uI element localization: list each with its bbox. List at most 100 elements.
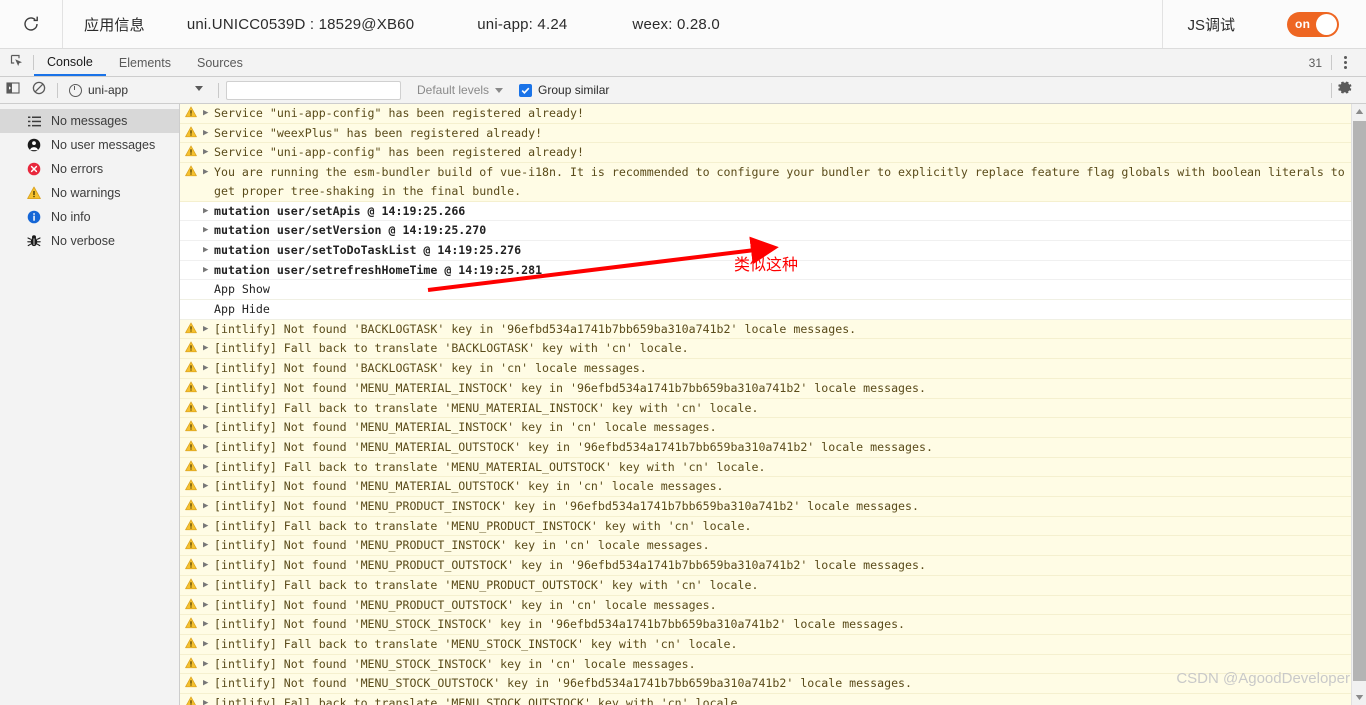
console-message-row[interactable]: ▶ [intlify] Not found 'MENU_PRODUCT_INSTO… <box>180 497 1351 517</box>
console-message-row[interactable]: App Show <box>180 280 1351 301</box>
js-debug-toggle[interactable]: on <box>1287 11 1339 37</box>
expand-triangle-icon[interactable]: ▶ <box>202 438 214 457</box>
chevron-down-icon <box>195 85 203 91</box>
weex-version-label: weex: 0.28.0 <box>632 15 720 33</box>
console-message-row[interactable]: ▶ [intlify] Fall back to translate 'MENU_… <box>180 634 1351 655</box>
group-similar-checkbox[interactable]: Group similar <box>519 83 609 97</box>
expand-triangle-icon[interactable]: ▶ <box>202 104 214 123</box>
expand-triangle-icon[interactable]: ▶ <box>202 359 214 378</box>
inspect-element-button[interactable] <box>0 49 33 76</box>
expand-triangle-icon[interactable]: ▶ <box>202 517 214 536</box>
console-message-text: [intlify] Not found 'MENU_PRODUCT_INSTOC… <box>214 538 710 553</box>
expand-triangle-icon[interactable]: ▶ <box>202 596 214 615</box>
devtools-more-button[interactable] <box>1332 55 1358 70</box>
console-message-row[interactable]: ▶ [intlify] Fall back to translate 'MENU_… <box>180 457 1351 478</box>
console-message-row[interactable]: ▶ [intlify] Not found 'BACKLOGTASK' key i… <box>180 359 1351 379</box>
console-message-row[interactable]: ▶ mutation user/setApis @ 14:19:25.266 <box>180 201 1351 222</box>
console-filter-input[interactable] <box>226 80 401 100</box>
expand-triangle-icon[interactable]: ▶ <box>202 221 214 240</box>
refresh-button[interactable] <box>0 0 63 48</box>
console-main-area: No messages No user messages No errors N… <box>0 104 1366 705</box>
console-message-row[interactable]: ▶ [intlify] Not found 'MENU_STOCK_INSTOCK… <box>180 654 1351 675</box>
expand-triangle-icon[interactable]: ▶ <box>202 556 214 575</box>
expand-triangle-icon[interactable]: ▶ <box>202 635 214 654</box>
console-message-row[interactable]: ▶ [intlify] Not found 'MENU_MATERIAL_INST… <box>180 378 1351 399</box>
console-message-row[interactable]: ▶ [intlify] Not found 'MENU_STOCK_INSTOCK… <box>180 615 1351 635</box>
console-message-row[interactable]: ▶ Service "uni-app-config" has been regis… <box>180 104 1351 124</box>
console-sidebar-toggle-button[interactable] <box>0 77 26 103</box>
console-message-row[interactable]: ▶ [intlify] Not found 'MENU_PRODUCT_OUTST… <box>180 556 1351 576</box>
console-message-text: Service "uni-app-config" has been regist… <box>214 145 584 160</box>
console-context-selector[interactable]: uni-app <box>63 81 213 100</box>
expand-triangle-icon[interactable]: ▶ <box>202 615 214 634</box>
expand-triangle-icon[interactable]: ▶ <box>202 694 214 705</box>
console-message-row[interactable]: ▶ [intlify] Not found 'BACKLOGTASK' key i… <box>180 319 1351 340</box>
tab-sources[interactable]: Sources <box>184 49 256 76</box>
warning-icon <box>180 674 202 688</box>
expand-triangle-icon[interactable]: ▶ <box>202 143 214 162</box>
devtools-settings-button[interactable] <box>1332 80 1358 100</box>
console-message-text: [intlify] Not found 'MENU_MATERIAL_INSTO… <box>214 380 926 395</box>
expand-triangle-icon[interactable]: ▶ <box>202 261 214 280</box>
console-message-row[interactable]: ▶ Service "weexPlus" has been registered … <box>180 123 1351 144</box>
expand-triangle-icon[interactable]: ▶ <box>202 477 214 496</box>
expand-triangle-icon[interactable]: ▶ <box>202 163 214 182</box>
console-message-row[interactable]: ▶ Service "uni-app-config" has been regis… <box>180 143 1351 164</box>
clear-console-button[interactable] <box>26 77 52 103</box>
scrollbar-thumb[interactable] <box>1353 121 1366 681</box>
console-message-row[interactable]: ▶ [intlify] Fall back to translate 'BACKL… <box>180 339 1351 360</box>
console-message-row[interactable]: ▶ [intlify] Fall back to translate 'MENU_… <box>180 575 1351 596</box>
expand-triangle-icon[interactable]: ▶ <box>202 497 214 516</box>
scroll-up-arrow-icon[interactable] <box>1352 104 1366 119</box>
expand-triangle-icon[interactable]: ▶ <box>202 399 214 418</box>
expand-triangle-icon[interactable]: ▶ <box>202 320 214 339</box>
sidebar-item-no-verbose[interactable]: No verbose <box>0 229 179 253</box>
expand-triangle-icon[interactable]: ▶ <box>202 536 214 555</box>
log-levels-selector[interactable]: Default levels <box>417 83 504 97</box>
console-message-row[interactable]: ▶ [intlify] Not found 'MENU_PRODUCT_INSTO… <box>180 536 1351 557</box>
console-scrollbar[interactable] <box>1351 104 1366 705</box>
console-message-text: [intlify] Fall back to translate 'BACKLO… <box>214 341 689 356</box>
tab-console[interactable]: Console <box>34 49 106 76</box>
console-message-row[interactable]: ▶ [intlify] Not found 'MENU_STOCK_OUTSTOC… <box>180 674 1351 695</box>
console-message-row[interactable]: ▶ mutation user/setVersion @ 14:19:25.270 <box>180 221 1351 241</box>
console-message-text: Service "uni-app-config" has been regist… <box>214 106 584 120</box>
expand-triangle-icon[interactable]: ▶ <box>202 339 214 358</box>
expand-triangle-icon[interactable]: ▶ <box>202 674 214 693</box>
console-message-row[interactable]: ▶ [intlify] Fall back to translate 'MENU_… <box>180 398 1351 419</box>
console-message-row[interactable]: ▶ [intlify] Not found 'MENU_MATERIAL_OUTS… <box>180 437 1351 458</box>
issue-count[interactable]: 31 <box>1309 56 1331 70</box>
expand-triangle-icon[interactable]: ▶ <box>202 576 214 595</box>
sidebar-item-no-user-messages[interactable]: No user messages <box>0 133 179 157</box>
tab-elements[interactable]: Elements <box>106 49 184 76</box>
uniapp-version-label: uni-app: 4.24 <box>477 15 568 33</box>
expand-triangle-icon[interactable]: ▶ <box>202 458 214 477</box>
console-message-row[interactable]: ▶ mutation user/setToDoTaskList @ 14:19:2… <box>180 240 1351 261</box>
console-message-row[interactable]: ▶ [intlify] Fall back to translate 'MENU_… <box>180 694 1351 705</box>
console-message-row[interactable]: ▶ [intlify] Fall back to translate 'MENU_… <box>180 516 1351 537</box>
console-message-row[interactable]: ▶ mutation user/setrefreshHomeTime @ 14:1… <box>180 260 1351 281</box>
devtools-tab-bar: Console Elements Sources 31 <box>0 49 1366 77</box>
expand-triangle-icon[interactable]: ▶ <box>202 124 214 143</box>
checkbox-checked-icon <box>519 83 533 97</box>
console-message-row[interactable]: App Hide <box>180 300 1351 320</box>
sidebar-item-no-info[interactable]: No info <box>0 205 179 229</box>
tab-console-label: Console <box>47 54 93 69</box>
expand-triangle-icon[interactable]: ▶ <box>202 418 214 437</box>
expand-triangle-icon[interactable]: ▶ <box>202 379 214 398</box>
expand-triangle-icon[interactable]: ▶ <box>202 202 214 221</box>
console-message-row[interactable]: ▶ [intlify] Not found 'MENU_PRODUCT_OUTST… <box>180 595 1351 616</box>
console-message-row[interactable]: ▶ [intlify] Not found 'MENU_MATERIAL_OUTS… <box>180 477 1351 498</box>
warning-icon <box>180 163 202 177</box>
sidebar-item-label-5: No verbose <box>51 234 115 248</box>
devtools-tabbar-right: 31 <box>1309 49 1366 76</box>
expand-triangle-icon[interactable]: ▶ <box>202 241 214 260</box>
sidebar-item-no-warnings[interactable]: No warnings <box>0 181 179 205</box>
sidebar-item-no-errors[interactable]: No errors <box>0 157 179 181</box>
console-message-row[interactable]: ▶ [intlify] Not found 'MENU_MATERIAL_INST… <box>180 418 1351 438</box>
scroll-down-arrow-icon[interactable] <box>1352 690 1366 705</box>
sidebar-item-no-messages[interactable]: No messages <box>0 109 179 133</box>
console-message-row[interactable]: ▶ You are running the esm-bundler build o… <box>180 163 1351 202</box>
expand-triangle-icon[interactable]: ▶ <box>202 655 214 674</box>
kebab-menu-icon <box>1343 55 1347 70</box>
